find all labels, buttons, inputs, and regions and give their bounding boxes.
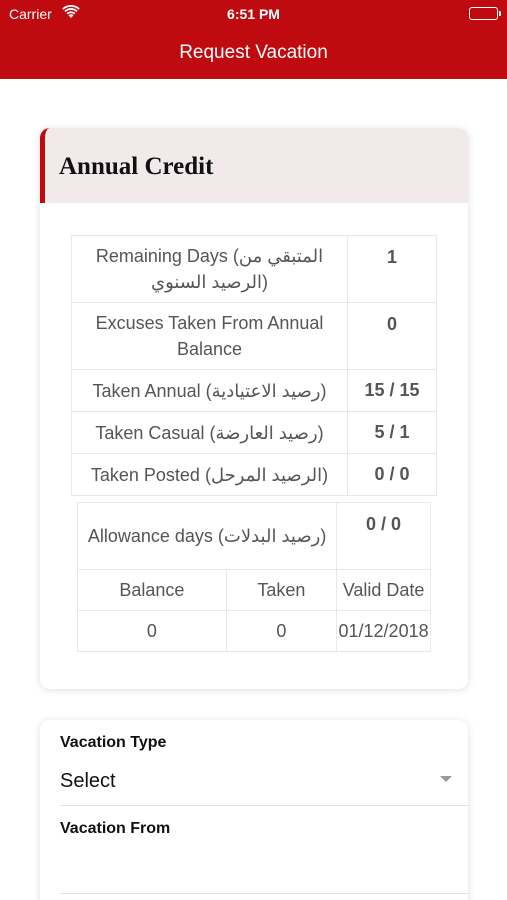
- annual-credit-card: Annual Credit Remaining Days (المتبقي من…: [40, 128, 468, 689]
- taken-cell: 0: [225, 610, 338, 652]
- vacation-form-card: Vacation Type Select Vacation From: [40, 720, 468, 900]
- taken-casual-label: Taken Casual (رصيد العارضة): [71, 411, 348, 454]
- taken-annual-value: 15 / 15: [347, 369, 437, 412]
- allowance-days-value: 0 / 0: [336, 502, 431, 570]
- table-row: Taken Posted (الرصيد المرحل) 0 / 0: [71, 453, 437, 496]
- remaining-days-value: 1: [347, 235, 437, 303]
- balance-cell: 0: [77, 610, 227, 652]
- excuses-taken-label: Excuses Taken From Annual Balance: [71, 302, 348, 370]
- vacation-from-field[interactable]: [60, 842, 448, 892]
- vacation-type-select[interactable]: Select: [60, 770, 116, 793]
- taken-casual-value: 5 / 1: [347, 411, 437, 454]
- allowance-table: Allowance days (رصيد البدلات) 0 / 0 Bala…: [76, 502, 431, 652]
- vacation-type-label: Vacation Type: [60, 734, 167, 751]
- taken-annual-label: Taken Annual (رصيد الاعتيادية): [71, 369, 348, 412]
- remaining-days-label: Remaining Days (المتبقي من الرصيد السنوي…: [71, 235, 348, 303]
- column-header-taken: Taken: [225, 569, 338, 611]
- vacation-from-label: Vacation From: [60, 820, 171, 837]
- excuses-taken-value: 0: [347, 302, 437, 370]
- table-header-row: Balance Taken Valid Date: [77, 569, 431, 611]
- table-row: Taken Casual (رصيد العارضة) 5 / 1: [71, 411, 437, 454]
- table-row: 0 0 01/12/2018: [77, 610, 431, 652]
- column-header-valid-date: Valid Date: [336, 569, 431, 611]
- credit-table: Remaining Days (المتبقي من الرصيد السنوي…: [71, 235, 437, 496]
- chevron-down-icon[interactable]: [440, 776, 452, 782]
- annual-credit-header: Annual Credit: [40, 128, 468, 203]
- navigation-bar: Request Vacation: [0, 28, 507, 79]
- table-row: Allowance days (رصيد البدلات) 0 / 0: [76, 502, 431, 570]
- taken-posted-label: Taken Posted (الرصيد المرحل): [71, 453, 348, 496]
- divider: [60, 805, 468, 806]
- battery-icon: [469, 7, 501, 20]
- clock: 6:51 PM: [227, 6, 280, 22]
- taken-posted-value: 0 / 0: [347, 453, 437, 496]
- table-row: Excuses Taken From Annual Balance 0: [71, 302, 437, 370]
- allowance-days-label: Allowance days (رصيد البدلات): [76, 502, 338, 570]
- valid-date-cell: 01/12/2018: [336, 610, 431, 652]
- status-bar: Carrier 6:51 PM: [0, 0, 507, 28]
- table-row: Remaining Days (المتبقي من الرصيد السنوي…: [71, 235, 437, 303]
- column-header-balance: Balance: [77, 569, 227, 611]
- page-title: Request Vacation: [179, 42, 328, 63]
- divider: [60, 893, 468, 894]
- table-row: Taken Annual (رصيد الاعتيادية) 15 / 15: [71, 369, 437, 412]
- annual-credit-title: Annual Credit: [59, 153, 214, 180]
